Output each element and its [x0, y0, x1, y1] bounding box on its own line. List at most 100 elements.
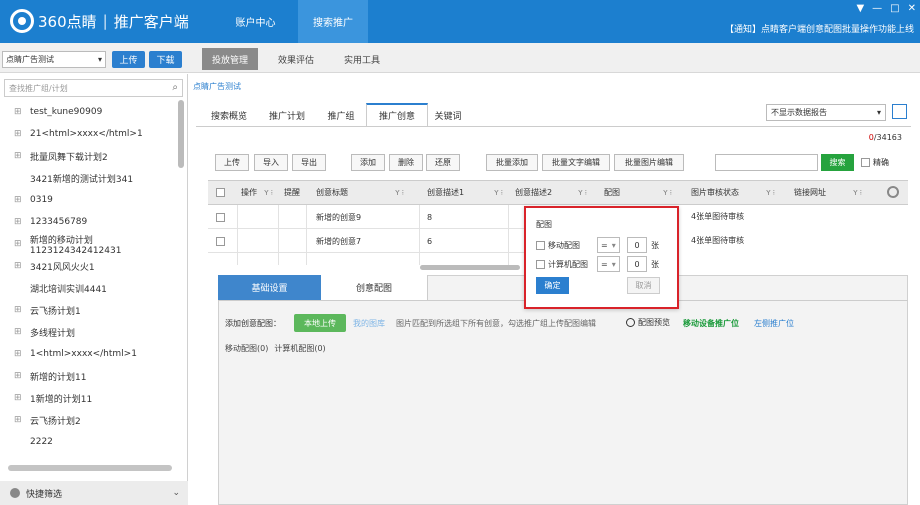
col-actions[interactable]: 操作 Y ⁝: [241, 180, 277, 205]
sidebar-search-input[interactable]: 查找推广组/计划 ⌕: [4, 79, 183, 97]
nav-account-center[interactable]: 账户中心: [218, 0, 293, 43]
table-hscrollbar[interactable]: [420, 265, 520, 270]
sidebar-tree-item[interactable]: ⊞ 新增的计划11: [14, 365, 182, 387]
local-upload-button[interactable]: 本地上传: [294, 314, 346, 332]
filter-icon[interactable]: Y ⁝: [853, 189, 862, 197]
search-icon[interactable]: ⌕: [172, 82, 178, 93]
batch-text-edit-button[interactable]: 批量文字编辑: [542, 154, 610, 171]
sidebar-tree-item[interactable]: ⊞ 21<html>xxxx</html>1: [14, 123, 182, 145]
search-input[interactable]: [715, 154, 818, 171]
expand-icon[interactable]: ⊞: [14, 151, 24, 161]
popup-ok-button[interactable]: 确定: [536, 277, 569, 294]
expand-icon[interactable]: ⊞: [14, 327, 24, 337]
tab-tools[interactable]: 实用工具: [334, 48, 390, 70]
toolbar-add-button[interactable]: 添加: [351, 154, 385, 171]
expand-icon[interactable]: ⊞: [14, 349, 24, 359]
report-select[interactable]: 不显示数据报告 ▾: [766, 104, 886, 121]
pc-image-count[interactable]: 计算机配图(0): [274, 343, 325, 354]
tab-overview[interactable]: 搜索概览: [200, 103, 258, 127]
tab-performance[interactable]: 效果评估: [268, 48, 324, 70]
batch-add-button[interactable]: 批量添加: [486, 154, 538, 171]
mobile-image-count[interactable]: 移动配图(0): [225, 343, 268, 354]
search-button[interactable]: 搜索: [821, 154, 854, 171]
select-all-checkbox[interactable]: [216, 188, 225, 197]
select-all-checkbox-cell[interactable]: [216, 180, 230, 205]
filter-icon[interactable]: Y ⁝: [264, 189, 273, 197]
filter-icon[interactable]: Y ⁝: [663, 189, 672, 197]
close-icon[interactable]: ✕: [908, 3, 916, 14]
exact-checkbox[interactable]: [861, 158, 870, 167]
sidebar-hscrollbar[interactable]: [8, 465, 172, 471]
tab-groups[interactable]: 推广组: [316, 103, 366, 127]
sidebar-tree-item[interactable]: ⊞ test_kune90909: [14, 101, 182, 123]
sidebar-tree-item[interactable]: ⊞ 1<html>xxxx</html>1: [14, 343, 182, 365]
toolbar-export-button[interactable]: 导出: [292, 154, 326, 171]
tab-basic-settings[interactable]: 基础设置: [218, 275, 321, 300]
col-image[interactable]: 配图 Y ⁝: [604, 180, 676, 205]
sidebar-tree-item[interactable]: 湖北培训实训4441: [14, 277, 182, 299]
my-library-link[interactable]: 我的图库: [353, 318, 385, 329]
menu-icon[interactable]: ▼: [856, 3, 864, 14]
col-reminder[interactable]: 提醒: [284, 180, 312, 205]
sidebar-tree-item[interactable]: 3421新增的测试计划341: [14, 167, 182, 189]
mobile-count-input[interactable]: 0: [627, 237, 647, 253]
tab-delivery-management[interactable]: 投放管理: [202, 48, 258, 70]
sidebar-tree-item[interactable]: ⊞ 批量凤舞下载计划2: [14, 145, 182, 167]
row-checkbox[interactable]: [216, 212, 225, 222]
pc-count-input[interactable]: 0: [627, 256, 647, 272]
expand-icon[interactable]: ⊞: [14, 371, 24, 381]
filter-icon[interactable]: Y ⁝: [578, 189, 587, 197]
expand-icon[interactable]: ⊞: [14, 129, 24, 139]
tab-creative-images[interactable]: 创意配图: [321, 275, 428, 300]
toolbar-restore-button[interactable]: 还原: [426, 154, 460, 171]
notice-link[interactable]: 【通知】点睛客户端创意配图批量操作功能上线: [725, 22, 914, 35]
sidebar-tree-item[interactable]: 2222: [14, 431, 182, 453]
expand-icon[interactable]: ⊞: [14, 239, 24, 249]
sidebar-tree-item[interactable]: ⊞ 云飞扬计划1: [14, 299, 182, 321]
expand-icon[interactable]: ⊞: [14, 195, 24, 205]
sidebar-scrollbar[interactable]: [178, 100, 184, 168]
minimize-icon[interactable]: —: [872, 3, 882, 14]
download-button[interactable]: 下载: [149, 51, 182, 68]
sidebar-tree-item[interactable]: ⊞ 多线程计划: [14, 321, 182, 343]
account-select[interactable]: 点睛广告测试 ▾: [2, 51, 106, 68]
expand-icon[interactable]: ⊞: [14, 261, 24, 271]
quick-filter[interactable]: 快捷筛选 ⌄: [0, 481, 188, 505]
popup-cancel-button[interactable]: 取消: [627, 277, 660, 294]
expand-icon[interactable]: ⊞: [14, 393, 24, 403]
filter-icon[interactable]: Y ⁝: [395, 189, 404, 197]
sidebar-tree-item[interactable]: ⊞ 1233456789: [14, 211, 182, 233]
pc-image-checkbox[interactable]: [536, 260, 545, 269]
sidebar-tree-item[interactable]: ⊞ 0319: [14, 189, 182, 211]
sidebar-tree-item[interactable]: ⊞ 新增的移动计划1123124342412431: [14, 233, 182, 256]
nav-search-promo[interactable]: 搜索推广: [298, 0, 368, 43]
sidebar-tree-item[interactable]: ⊞ 1新增的计划11: [14, 387, 182, 409]
toolbar-import-button[interactable]: 导入: [254, 154, 288, 171]
maximize-icon[interactable]: □: [890, 3, 899, 14]
pc-op-select[interactable]: = ▾: [597, 256, 620, 272]
col-desc1[interactable]: 创意描述1 Y ⁝: [427, 180, 507, 205]
row-checkbox[interactable]: [216, 236, 225, 246]
tab-creatives[interactable]: 推广创意: [366, 103, 428, 127]
gear-icon[interactable]: [887, 186, 899, 198]
sidebar-tree-item[interactable]: ⊞ 云飞扬计划2: [14, 409, 182, 431]
mobile-image-checkbox[interactable]: [536, 241, 545, 250]
col-image-status[interactable]: 图片审核状态 Y ⁝: [691, 180, 779, 205]
toolbar-upload-button[interactable]: 上传: [215, 154, 249, 171]
mobile-op-select[interactable]: = ▾: [597, 237, 620, 253]
expand-icon[interactable]: ⊞: [14, 107, 24, 117]
sidebar-tree-item[interactable]: ⊞ 3421风风火火1: [14, 255, 182, 277]
breadcrumb[interactable]: 点睛广告测试: [193, 81, 241, 92]
exact-match[interactable]: 精确: [861, 157, 889, 168]
upload-button[interactable]: 上传: [112, 51, 145, 68]
expand-icon[interactable]: ⊞: [14, 415, 24, 425]
tab-keywords[interactable]: 关键词: [428, 103, 468, 127]
col-title[interactable]: 创意标题 Y ⁝: [316, 180, 408, 205]
image-preview[interactable]: 配图预览: [626, 317, 670, 328]
mobile-position-link[interactable]: 移动设备推广位: [683, 318, 739, 329]
export-icon[interactable]: [892, 104, 907, 119]
left-position-link[interactable]: 左侧推广位: [754, 318, 794, 329]
col-desc2[interactable]: 创意描述2 Y ⁝: [515, 180, 591, 205]
col-url[interactable]: 链接网址 Y ⁝: [794, 180, 866, 205]
toolbar-delete-button[interactable]: 删除: [389, 154, 423, 171]
